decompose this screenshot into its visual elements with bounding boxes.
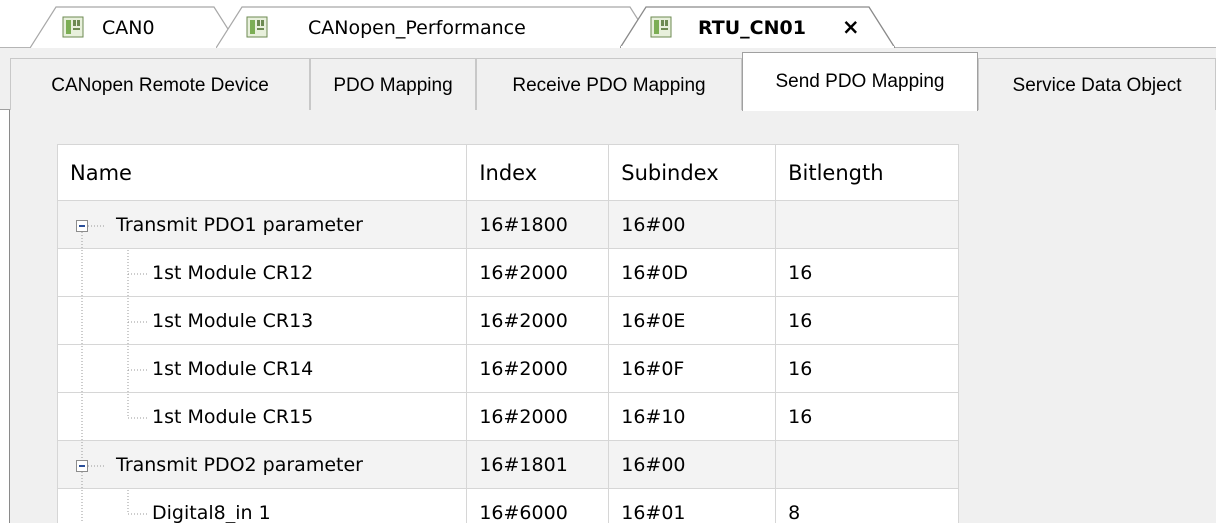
device-icon — [650, 16, 672, 38]
device-icon — [62, 16, 84, 38]
table-row[interactable]: 1st Module CR12 16#2000 16#0D 16 — [56, 248, 959, 297]
device-editor-tabs: CANopen Remote Device PDO Mapping Receiv… — [0, 48, 1216, 111]
bitlength-cell — [775, 200, 959, 249]
tab-canopen-remote-device[interactable]: CANopen Remote Device — [10, 58, 310, 110]
bitlength-cell: 16 — [775, 344, 959, 393]
device-icon — [246, 16, 268, 38]
bitlength-cell: 16 — [775, 296, 959, 345]
close-icon[interactable]: × — [842, 15, 860, 39]
tab-label: CANopen Remote Device — [51, 75, 269, 96]
subindex-cell: 16#01 — [608, 488, 777, 523]
index-cell: 16#2000 — [466, 248, 610, 297]
index-cell: 16#2000 — [466, 344, 610, 393]
subindex-cell: 16#10 — [608, 392, 777, 441]
index-cell: 16#2000 — [466, 392, 610, 441]
name-cell: 1st Module CR14 — [56, 344, 468, 393]
tab-label: Receive PDO Mapping — [512, 75, 706, 96]
index-cell: 16#6000 — [466, 488, 610, 523]
tab-service-data-object[interactable]: Service Data Object — [978, 58, 1216, 110]
row-name: 1st Module CR14 — [152, 357, 314, 380]
collapse-minus-icon[interactable] — [76, 219, 88, 232]
tab-label: PDO Mapping — [333, 75, 453, 96]
table-row[interactable]: Transmit PDO2 parameter 16#1801 16#00 — [56, 440, 959, 489]
row-name: Transmit PDO2 parameter — [116, 453, 363, 476]
tab-label: Service Data Object — [1012, 75, 1182, 96]
tab-send-pdo-mapping[interactable]: Send PDO Mapping — [742, 52, 978, 111]
table-row[interactable]: Transmit PDO1 parameter 16#1800 16#00 — [56, 200, 959, 249]
subindex-cell: 16#00 — [608, 440, 777, 489]
row-name: Digital8_in 1 — [152, 501, 271, 523]
index-cell: 16#1801 — [466, 440, 610, 489]
column-header-name[interactable]: Name — [56, 144, 468, 201]
subindex-cell: 16#0F — [608, 344, 777, 393]
editor-tab-strip: CAN0 CANopen_Performance RTU_CN01 × — [0, 0, 1216, 48]
tab-label: Send PDO Mapping — [775, 71, 945, 92]
column-header-subindex[interactable]: Subindex — [608, 144, 777, 201]
index-cell: 16#2000 — [466, 296, 610, 345]
column-header-index[interactable]: Index — [466, 144, 610, 201]
subindex-cell: 16#00 — [608, 200, 777, 249]
table-row[interactable]: 1st Module CR13 16#2000 16#0E 16 — [56, 296, 959, 345]
bitlength-cell: 16 — [775, 248, 959, 297]
column-header-bitlength[interactable]: Bitlength — [775, 144, 959, 201]
name-cell: 1st Module CR12 — [56, 248, 468, 297]
editor-tab-label: RTU_CN01 — [698, 17, 806, 39]
name-cell: Transmit PDO2 parameter — [56, 440, 468, 489]
row-name: 1st Module CR12 — [152, 261, 314, 284]
row-name: Transmit PDO1 parameter — [116, 213, 363, 236]
tab-pdo-mapping[interactable]: PDO Mapping — [310, 58, 476, 110]
bitlength-cell: 16 — [775, 392, 959, 441]
name-cell: Digital8_in 1 — [56, 488, 468, 523]
bitlength-cell: 8 — [775, 488, 959, 523]
subindex-cell: 16#0D — [608, 248, 777, 297]
subindex-cell: 16#0E — [608, 296, 777, 345]
name-cell: Transmit PDO1 parameter — [56, 200, 468, 249]
table-row[interactable]: 1st Module CR15 16#2000 16#10 16 — [56, 392, 959, 441]
editor-tab-label: CAN0 — [102, 17, 155, 39]
editor-tab-rtu-cn01[interactable]: RTU_CN01 × — [620, 6, 895, 48]
table-row[interactable]: 1st Module CR14 16#2000 16#0F 16 — [56, 344, 959, 393]
tab-receive-pdo-mapping[interactable]: Receive PDO Mapping — [476, 58, 742, 110]
bitlength-cell — [775, 440, 959, 489]
pdo-mapping-table: Name Index Subindex Bitlength Transmit P… — [56, 144, 959, 523]
row-name: 1st Module CR13 — [152, 309, 314, 332]
table-header-row: Name Index Subindex Bitlength — [56, 144, 959, 201]
editor-tab-label: CANopen_Performance — [308, 17, 526, 39]
row-name: 1st Module CR15 — [152, 405, 314, 428]
collapse-minus-icon[interactable] — [76, 459, 88, 472]
editor-tab-canopen-performance[interactable]: CANopen_Performance — [216, 6, 656, 48]
index-cell: 16#1800 — [466, 200, 610, 249]
name-cell: 1st Module CR13 — [56, 296, 468, 345]
editor-tab-can0[interactable]: CAN0 — [30, 6, 240, 48]
table-row[interactable]: Digital8_in 1 16#6000 16#01 8 — [56, 488, 959, 523]
name-cell: 1st Module CR15 — [56, 392, 468, 441]
